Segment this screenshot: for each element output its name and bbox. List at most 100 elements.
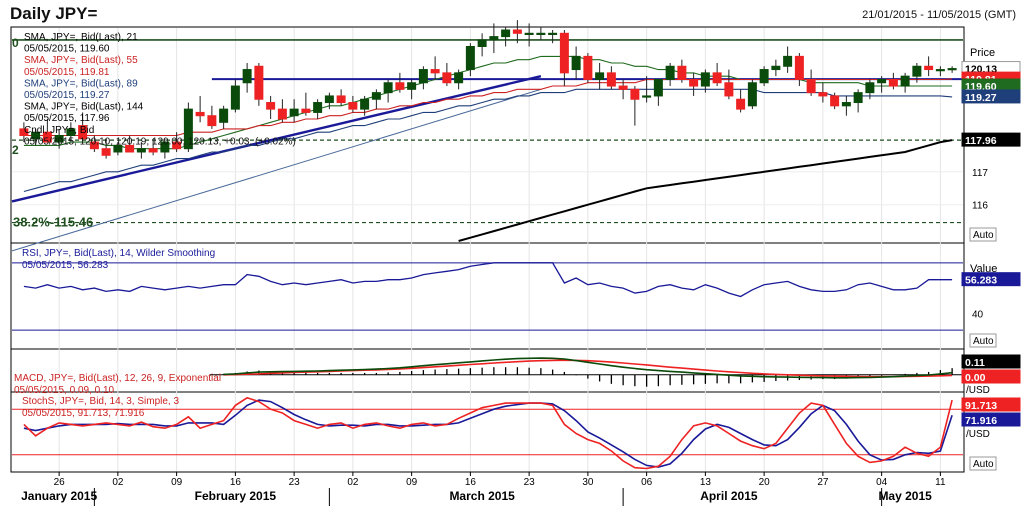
stoch-k-line	[23, 396, 953, 470]
stoch-legend-title: StochS, JPY=, Bid, 14, 3, Simple, 3	[22, 396, 179, 407]
candle-body	[830, 95, 840, 107]
candle-body	[924, 65, 934, 71]
rsi-tag: 56.283	[965, 275, 997, 287]
chart-canvas: Price/USD116117Value40 120.13119.81119.6…	[10, 20, 1021, 506]
candle-body	[207, 115, 217, 127]
candle-body	[783, 55, 793, 67]
time-tick-label: 06	[641, 477, 653, 488]
legend-line: SMA, JPY=, Bid(Last), 144	[24, 102, 144, 113]
candle-body	[689, 78, 699, 87]
rsi-tick-label: 40	[972, 309, 984, 320]
candle-body	[759, 69, 769, 84]
candle-body	[724, 82, 734, 97]
candle-body	[289, 108, 299, 117]
candle-body	[136, 148, 146, 153]
time-tick-label: 23	[524, 477, 536, 488]
legend-line: 05/05/2015, 119.60	[24, 44, 110, 55]
candle-body	[642, 95, 652, 98]
legend-line: 05/05/2015, 117.96	[24, 113, 110, 124]
candle-body	[324, 95, 334, 104]
candle-body	[242, 69, 252, 84]
rsi-line	[23, 262, 953, 298]
candle-body	[301, 108, 311, 113]
candle-body	[888, 78, 898, 87]
month-label: February 2015	[195, 489, 277, 503]
month-label: April 2015	[700, 489, 758, 503]
stoch-k-tag: 91.713	[965, 400, 997, 412]
candle-body	[430, 69, 440, 74]
candle-body	[947, 68, 957, 71]
candle-body	[712, 72, 722, 84]
time-tick-label: 30	[582, 477, 594, 488]
macd-legend-title: MACD, JPY=, Bid(Last), 12, 26, 9, Expone…	[14, 373, 221, 384]
candle-body	[536, 32, 546, 35]
time-tick-label: 26	[54, 477, 66, 488]
time-tick-label: 20	[759, 477, 771, 488]
legends: SMA, JPY=, Bid(Last), 2105/05/2015, 119.…	[12, 32, 296, 419]
sma-line	[23, 55, 953, 150]
legend-line: 05/05/2015, 119.27	[24, 90, 110, 101]
legend-line: SMA, JPY=, Bid(Last), 55	[24, 55, 138, 66]
stoch-d-line	[23, 399, 953, 468]
value-tags: 120.13119.81119.60119.27117.9656.2830.11…	[961, 61, 1021, 440]
stoch-legend-value: 05/05/2015, 91.713, 71.916	[22, 408, 145, 419]
macd-pane-frame	[10, 348, 965, 393]
candle-body	[606, 72, 616, 87]
candle-body	[935, 69, 945, 72]
price-tick-label: 116	[972, 201, 988, 212]
candle-body	[371, 92, 381, 100]
price-axis-title: Price	[970, 47, 995, 59]
month-label: March 2015	[449, 489, 515, 503]
legend-line: 05/05/2015, 120.10, 120.19, 120.00, 120.…	[24, 136, 296, 147]
candle-body	[489, 36, 499, 41]
macd-legend-value: 05/05/2015, 0.09, 0.10	[14, 385, 115, 396]
legend-line: SMA, JPY=, Bid(Last), 89	[24, 78, 138, 89]
rsi-legend-title: RSI, JPY=, Bid(Last), 14, Wilder Smoothi…	[22, 248, 215, 259]
stoch-d-tag: 71.916	[965, 415, 997, 427]
time-tick-label: 09	[406, 477, 418, 488]
candle-body	[477, 39, 487, 47]
legend-line: 05/05/2015, 119.81	[24, 67, 110, 78]
rsi-legend-value: 05/05/2015, 56.283	[22, 260, 109, 271]
candle-body	[912, 65, 922, 77]
candle-body	[465, 45, 475, 71]
candle-body	[806, 78, 816, 94]
month-label: January 2015	[21, 489, 97, 503]
candle-body	[348, 102, 358, 110]
candle-body	[700, 72, 710, 87]
candle-body	[336, 95, 346, 104]
candle-body	[747, 82, 757, 107]
candle-body	[395, 82, 405, 90]
candle-body	[418, 69, 428, 84]
resistance-marker: 0	[12, 36, 19, 50]
candle-body	[877, 78, 887, 84]
candle-body	[360, 98, 370, 110]
time-tick-label: 11	[935, 477, 946, 488]
auto-button-price-label: Auto	[973, 230, 994, 241]
candle-body	[618, 85, 628, 90]
time-tick-label: 16	[230, 477, 242, 488]
time-tick-label: 16	[465, 477, 477, 488]
macd-tag: 0.11	[965, 357, 985, 369]
candle-body	[630, 88, 640, 100]
candle-body	[865, 82, 875, 94]
support-marker: 2	[12, 143, 19, 157]
candle-body	[219, 108, 229, 123]
time-tick-label: 02	[112, 477, 124, 488]
candle-body	[653, 78, 663, 97]
candle-body	[548, 32, 558, 35]
macd-unit: /USD	[966, 385, 990, 396]
candle-body	[771, 65, 781, 71]
candle-body	[583, 55, 593, 80]
candle-body	[794, 55, 804, 80]
candle-body	[501, 29, 511, 38]
indicator-lines	[12, 262, 963, 470]
candle-body	[571, 55, 581, 71]
candle-body	[313, 102, 323, 113]
candle-body	[900, 75, 910, 87]
time-tick-label: 04	[876, 477, 888, 488]
candle-body	[454, 72, 464, 84]
price-tick-label: 117	[972, 168, 988, 179]
price-tag: 117.96	[965, 135, 997, 147]
time-tick-label: 02	[347, 477, 359, 488]
